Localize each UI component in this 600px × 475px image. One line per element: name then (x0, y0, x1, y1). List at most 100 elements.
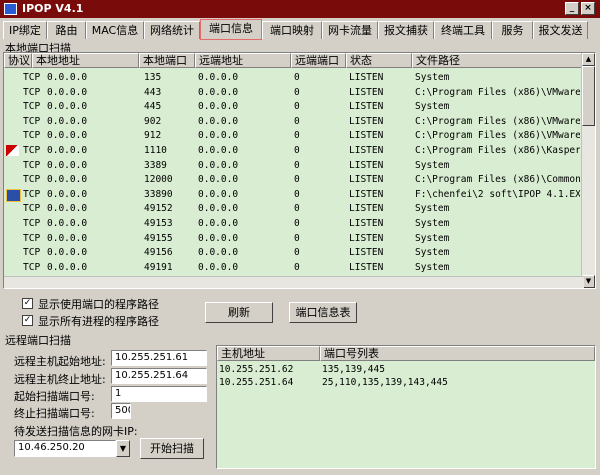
cell-proto: TCP (23, 115, 41, 127)
dropdown-arrow-icon[interactable]: ▼ (116, 440, 130, 457)
cell-rport: 0 (294, 101, 300, 113)
close-button[interactable]: × (581, 2, 595, 15)
table-row[interactable]: TCP 0.0.0.0 135 0.0.0.0 0 LISTEN System (4, 70, 584, 85)
cell-path: C:\Program Files (x86)\VMware\VM (415, 130, 580, 142)
cell-state: LISTEN (349, 115, 384, 127)
cell-rport: 0 (294, 203, 300, 215)
start-scan-button[interactable]: 开始扫描 (140, 438, 204, 459)
scroll-thumb[interactable] (582, 66, 595, 126)
column-header-6[interactable]: 文件路径 (412, 53, 584, 68)
tab-3[interactable]: 网络统计 (144, 21, 200, 39)
cell-lport: 49191 (144, 261, 173, 273)
table-row[interactable]: TCP 0.0.0.0 3389 0.0.0.0 0 LISTEN System (4, 158, 584, 173)
cell-proto: TCP (23, 86, 41, 98)
end-host-input[interactable]: 10.255.251.64 (111, 368, 207, 384)
cell-proto: TCP (23, 188, 41, 200)
column-header-4[interactable]: 远端端口 (291, 53, 346, 68)
start-port-input[interactable]: 1 (111, 386, 207, 402)
end-port-input[interactable]: 500 (111, 403, 131, 419)
cell-laddr: 0.0.0.0 (47, 261, 88, 273)
table-row[interactable]: TCP 0.0.0.0 445 0.0.0.0 0 LISTEN System (4, 99, 584, 114)
table-row[interactable]: TCP 0.0.0.0 12000 0.0.0.0 0 LISTEN C:\Program … (4, 172, 584, 187)
ipop-icon (6, 188, 21, 202)
table-row[interactable]: TCP 0.0.0.0 33890 0.0.0.0 0 LISTEN F:\chenfei\… (4, 187, 584, 202)
tab-6[interactable]: 网卡流量 (322, 21, 378, 39)
cell-laddr: 0.0.0.0 (47, 232, 88, 244)
cell-laddr: 0.0.0.0 (47, 72, 88, 83)
horizontal-scrollbar[interactable] (4, 276, 584, 288)
result-host-1: 10.255.251.64 (219, 377, 294, 388)
cell-state: LISTEN (349, 247, 384, 259)
table-row[interactable]: TCP 0.0.0.0 49191 0.0.0.0 0 LISTEN System (4, 260, 584, 275)
cell-state: LISTEN (349, 261, 384, 273)
tab-0[interactable]: IP绑定 (3, 21, 47, 39)
tab-bar: IP绑定 路由 MAC信息 网络统计 端口信息 端口映射 网卡流量 报文捕获 终端工具 服务 报文发… (0, 18, 600, 40)
cell-laddr: 0.0.0.0 (47, 159, 88, 171)
column-header-2[interactable]: 本地端口 (139, 53, 195, 68)
cell-path: C:\Program Files (x86)\VMware\VM (415, 86, 580, 98)
cell-lport: 135 (144, 72, 162, 83)
remote-scan-title: 远程端口扫描 (5, 334, 71, 347)
cell-rport: 0 (294, 115, 300, 127)
start-host-input[interactable]: 10.255.251.61 (111, 350, 207, 366)
nic-ip-select[interactable]: 10.46.250.20 (14, 440, 116, 457)
tab-4[interactable]: 端口信息 (200, 19, 262, 40)
tab-8[interactable]: 终端工具 (434, 21, 492, 39)
nic-ip-label: 待发送扫描信息的网卡IP: (14, 425, 138, 438)
cell-lport: 443 (144, 86, 162, 98)
tab-1[interactable]: 路由 (47, 21, 86, 39)
tab-9[interactable]: 服务 (492, 21, 533, 39)
tab-5[interactable]: 端口映射 (262, 21, 322, 39)
results-header-ports[interactable]: 端口号列表 (320, 346, 595, 361)
cell-state: LISTEN (349, 159, 384, 171)
cell-raddr: 0.0.0.0 (198, 261, 239, 273)
table-row[interactable]: TCP 0.0.0.0 49155 0.0.0.0 0 LISTEN System (4, 231, 584, 246)
results-header-host[interactable]: 主机地址 (217, 346, 320, 361)
column-header-5[interactable]: 状态 (346, 53, 412, 68)
table-row[interactable]: TCP 0.0.0.0 902 0.0.0.0 0 LISTEN C:\Program Fi… (4, 114, 584, 129)
table-row[interactable]: TCP 0.0.0.0 912 0.0.0.0 0 LISTEN C:\Program Fi… (4, 128, 584, 143)
show-all-path-checkbox[interactable]: ✓ (22, 315, 33, 326)
cell-raddr: 0.0.0.0 (198, 232, 239, 244)
cell-rport: 0 (294, 232, 300, 244)
cell-lport: 1110 (144, 145, 167, 156)
cell-rport: 0 (294, 159, 300, 171)
table-row[interactable]: TCP 0.0.0.0 49156 0.0.0.0 0 LISTEN System (4, 245, 584, 260)
title-bar[interactable]: IPOP V4.1 _ × (0, 0, 600, 18)
end-port-label: 终止扫描端口号: (14, 407, 95, 420)
tab-2[interactable]: MAC信息 (86, 21, 144, 39)
cell-path: System (415, 203, 450, 215)
show-port-path-checkbox[interactable]: ✓ (22, 298, 33, 309)
column-header-3[interactable]: 远端地址 (195, 53, 291, 68)
tab-7[interactable]: 报文捕获 (378, 21, 434, 39)
cell-path: System (415, 159, 450, 171)
scan-results-list[interactable]: 主机地址 端口号列表 10.255.251.62 135,139,445 10.… (216, 345, 596, 469)
end-host-label: 远程主机终止地址: (14, 373, 106, 386)
table-row[interactable]: TCP 0.0.0.0 49152 0.0.0.0 0 LISTEN System (4, 201, 584, 216)
table-row[interactable]: TCP 0.0.0.0 1110 0.0.0.0 0 LISTEN C:\Program F… (4, 143, 584, 158)
table-row[interactable]: TCP 0.0.0.0 49153 0.0.0.0 0 LISTEN System (4, 216, 584, 231)
column-header-0[interactable]: 协议 (4, 53, 32, 68)
cell-state: LISTEN (349, 203, 384, 215)
tab-10[interactable]: 报文发送 (533, 21, 588, 39)
table-row[interactable]: TCP 0.0.0.0 443 0.0.0.0 0 LISTEN C:\Program Fi… (4, 85, 584, 100)
cell-raddr: 0.0.0.0 (198, 203, 239, 215)
column-header-1[interactable]: 本地地址 (32, 53, 139, 68)
cell-rport: 0 (294, 145, 300, 156)
kaspersky-icon (6, 145, 19, 156)
refresh-button[interactable]: 刷新 (205, 302, 273, 323)
vertical-scrollbar[interactable]: ▲ ▼ (581, 53, 595, 288)
local-port-list[interactable]: 协议 本地地址 本地端口 远端地址 远端端口 状态 文件路径 TCP 0.0.0.0 135 0.… (3, 52, 596, 289)
cell-state: LISTEN (349, 232, 384, 244)
cell-laddr: 0.0.0.0 (47, 174, 88, 186)
port-info-table-button[interactable]: 端口信息表 (289, 302, 357, 323)
cell-laddr: 0.0.0.0 (47, 188, 88, 200)
minimize-button[interactable]: _ (565, 2, 579, 15)
scroll-up-icon[interactable]: ▲ (582, 53, 595, 66)
cell-proto: TCP (23, 232, 41, 244)
cell-path: System (415, 232, 450, 244)
cell-laddr: 0.0.0.0 (47, 218, 88, 229)
cell-path: System (415, 218, 450, 229)
app-icon (4, 3, 17, 15)
cell-laddr: 0.0.0.0 (47, 203, 88, 215)
